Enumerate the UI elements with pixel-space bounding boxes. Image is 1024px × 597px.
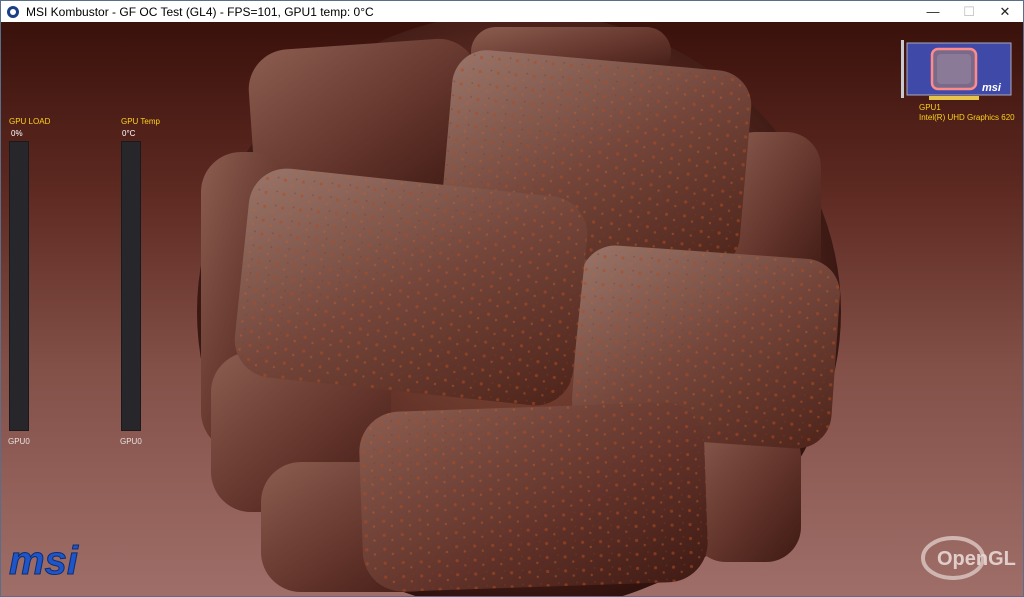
minimize-button[interactable]: — [915,1,951,22]
gpu-name: Intel(R) UHD Graphics 620 [919,113,1015,122]
close-icon: ✕ [999,3,1011,19]
window-title: MSI Kombustor - GF OC Test (GL4) - FPS=1… [26,4,374,19]
close-button[interactable]: ✕ [987,1,1023,22]
fur-sphere-render [197,22,841,596]
window-controls: — ☐ ✕ [915,1,1023,22]
kombustor-window: MSI Kombustor - GF OC Test (GL4) - FPS=1… [0,0,1024,597]
gpu-load-device: GPU0 [8,437,30,446]
maximize-button[interactable]: ☐ [951,1,987,22]
kombustor-flame-icon[interactable] [7,5,19,18]
gpu-load-value: 0% [11,129,23,138]
gpu-temp-label: GPU Temp [121,117,160,126]
gpu-card-icon: msi [901,40,1012,100]
gpu-load-label: GPU LOAD [9,117,51,126]
gpu-temp-device: GPU0 [120,437,142,446]
msi-logo-text: msi [9,540,79,583]
gpu-info: GPU1 Intel(R) UHD Graphics 620 [919,103,1015,123]
gpu-load-bar [9,141,29,431]
title-bar[interactable]: MSI Kombustor - GF OC Test (GL4) - FPS=1… [1,1,1023,22]
opengl-logo: OpenGL [921,536,1016,580]
card-brand-text: msi [982,82,1002,94]
minimize-icon: — [926,4,940,19]
maximize-icon: ☐ [963,3,975,19]
gpu-id: GPU1 [919,103,941,112]
msi-logo: msi [9,540,80,584]
opengl-logo-text: OpenGL [937,548,1016,570]
gpu-temp-value: 0°C [122,129,136,138]
gpu-temp-bar [121,141,141,431]
render-viewport[interactable]: GPU LOAD 0% GPU0 GPU Temp 0°C GPU0 msi G… [1,22,1023,596]
